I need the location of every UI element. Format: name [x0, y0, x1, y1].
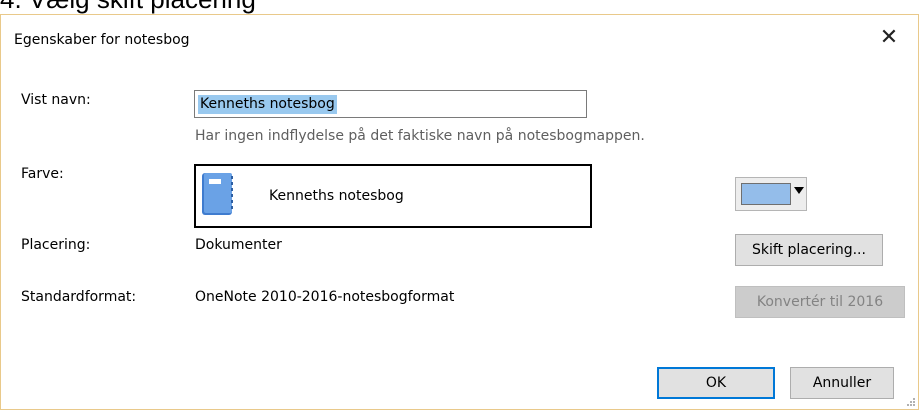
dropdown-arrow-icon	[794, 187, 804, 194]
color-picker-button[interactable]	[735, 177, 807, 211]
notebook-preview-name: Kenneths notesbog	[269, 188, 404, 204]
display-name-value: Kenneths notesbog	[198, 95, 337, 114]
resize-grip-icon[interactable]	[906, 397, 916, 407]
notebook-icon	[202, 173, 233, 215]
close-icon[interactable]: ✕	[874, 23, 904, 53]
default-format-label: Standardformat:	[21, 289, 137, 305]
default-format-value: OneNote 2010-2016-notesbogformat	[195, 289, 455, 305]
location-label: Placering:	[21, 237, 91, 253]
color-label: Farve:	[21, 166, 64, 182]
ok-button[interactable]: OK	[657, 367, 775, 399]
notebook-preview: Kenneths notesbog	[194, 164, 592, 228]
display-name-hint: Har ingen indflydelse på det faktiske na…	[195, 128, 645, 144]
change-location-button[interactable]: Skift placering...	[735, 234, 883, 266]
instruction-caption: 4. Vælg skift placering	[0, 0, 256, 14]
color-swatch	[741, 183, 791, 205]
display-name-input[interactable]: Kenneths notesbog	[194, 90, 587, 118]
location-value: Dokumenter	[195, 237, 282, 253]
notebook-properties-dialog: Egenskaber for notesbog ✕ Vist navn: Ken…	[0, 14, 919, 410]
dialog-title: Egenskaber for notesbog	[14, 32, 190, 48]
display-name-label: Vist navn:	[21, 92, 91, 108]
convert-button[interactable]: Konvertér til 2016	[735, 286, 905, 318]
cancel-button[interactable]: Annuller	[790, 367, 894, 399]
